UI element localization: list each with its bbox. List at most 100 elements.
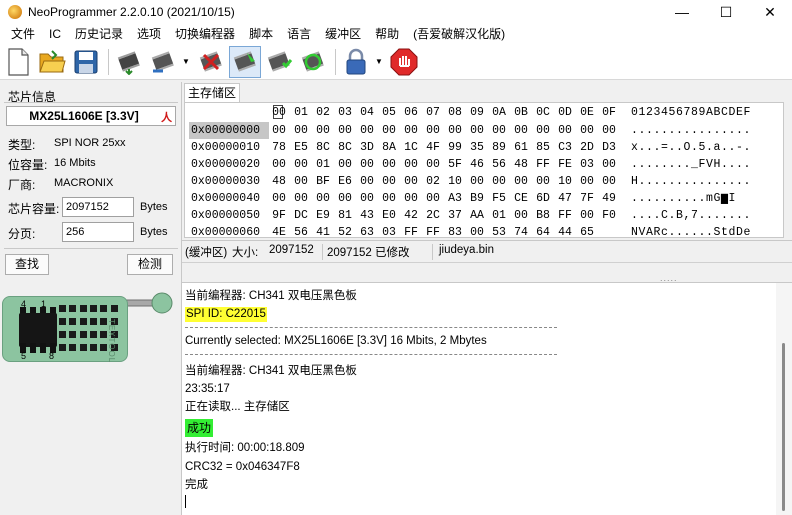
hex-byte[interactable]: 65 [576, 224, 598, 237]
hex-byte[interactable]: 00 [510, 207, 532, 224]
hex-byte[interactable]: 47 [554, 190, 576, 207]
hex-byte[interactable]: 00 [444, 122, 466, 139]
hex-byte[interactable]: 10 [444, 173, 466, 190]
hex-byte[interactable]: B9 [466, 190, 488, 207]
hex-byte[interactable]: 00 [356, 156, 378, 173]
hex-byte[interactable]: 81 [334, 207, 356, 224]
hex-editor[interactable]: 00 01 02 03 04 05 06 07 08 09 0A 0B 0C 0D 0E 0F 01234567… [184, 102, 784, 238]
hex-byte[interactable]: FE [554, 156, 576, 173]
hex-byte[interactable]: 5F [444, 156, 466, 173]
hex-byte[interactable]: 00 [510, 173, 532, 190]
hex-byte[interactable]: 44 [554, 224, 576, 237]
hex-row[interactable]: 0x00000010 78 E5 8C 8C 3D 8A 1C 4F 99 35 89 61 85 C3 2D… [185, 139, 783, 156]
auto-program-button[interactable] [297, 46, 329, 78]
detect-button[interactable]: 检测 [127, 254, 173, 275]
hex-byte[interactable]: 00 [576, 122, 598, 139]
menu-buffer[interactable]: 缓冲区 [318, 24, 368, 44]
hex-byte[interactable]: AA [466, 207, 488, 224]
save-file-button[interactable] [70, 46, 102, 78]
close-button[interactable]: ✕ [748, 0, 792, 24]
hex-byte[interactable]: 01 [488, 207, 510, 224]
hex-byte[interactable]: 00 [334, 122, 356, 139]
menu-history[interactable]: 历史记录 [68, 24, 130, 44]
menu-edition-note[interactable]: (吾爱破解汉化版) [406, 24, 512, 44]
hex-byte[interactable]: 00 [268, 122, 290, 139]
hex-byte[interactable]: 35 [466, 139, 488, 156]
hex-byte[interactable]: 00 [378, 156, 400, 173]
hex-row[interactable]: 0x00000060 4E 56 41 52 63 03 FF FF 83 00 53 74 64 44 65… [185, 224, 783, 237]
hex-byte[interactable]: 10 [554, 173, 576, 190]
hex-row[interactable]: 0x00000000 00 00 00 00 00 00 00 00 00 00 00 00 00 00 00… [185, 122, 783, 139]
hex-byte[interactable]: 00 [510, 122, 532, 139]
hex-byte[interactable]: 00 [290, 173, 312, 190]
hex-byte[interactable]: 61 [510, 139, 532, 156]
hex-byte[interactable]: 00 [598, 173, 620, 190]
hex-byte[interactable]: 56 [488, 156, 510, 173]
hex-byte[interactable]: E6 [334, 173, 356, 190]
chip-size-field[interactable]: 2097152 [62, 197, 134, 217]
hex-byte[interactable]: 00 [378, 122, 400, 139]
hex-byte[interactable]: 74 [510, 224, 532, 237]
protect-dropdown-arrow[interactable]: ▼ [374, 46, 384, 78]
hex-byte[interactable]: 78 [268, 139, 290, 156]
hex-byte[interactable]: A3 [444, 190, 466, 207]
hex-byte[interactable]: 4F [422, 139, 444, 156]
hex-byte[interactable]: 89 [488, 139, 510, 156]
hex-byte[interactable]: 2D [576, 139, 598, 156]
hex-byte[interactable]: BF [312, 173, 334, 190]
hex-byte[interactable]: F0 [598, 207, 620, 224]
hex-byte[interactable]: DC [290, 207, 312, 224]
hex-row[interactable]: 0x00000030 48 00 BF E6 00 00 00 02 10 00 00 00 00 10 00… [185, 173, 783, 190]
hex-byte[interactable]: 00 [466, 122, 488, 139]
search-button[interactable]: 查找 [5, 254, 49, 275]
hex-byte[interactable]: 00 [400, 190, 422, 207]
hex-byte[interactable]: 00 [488, 122, 510, 139]
read-dropdown-arrow[interactable]: ▼ [181, 46, 191, 78]
hex-byte[interactable]: 00 [532, 122, 554, 139]
hex-byte[interactable]: D3 [598, 139, 620, 156]
menu-language[interactable]: 语言 [280, 24, 318, 44]
hex-byte[interactable]: 00 [576, 173, 598, 190]
new-file-button[interactable] [2, 46, 34, 78]
detect-chip-button[interactable] [113, 46, 145, 78]
stop-button[interactable] [388, 46, 420, 78]
menu-ic[interactable]: IC [42, 24, 68, 44]
hex-byte[interactable]: 41 [312, 224, 334, 237]
hex-byte[interactable]: FF [554, 207, 576, 224]
hex-byte[interactable]: 00 [312, 190, 334, 207]
menu-help[interactable]: 帮助 [368, 24, 406, 44]
hex-byte[interactable]: 00 [554, 122, 576, 139]
hex-byte[interactable]: 8C [312, 139, 334, 156]
hex-byte[interactable]: 1C [400, 139, 422, 156]
hex-byte[interactable]: 00 [356, 190, 378, 207]
hex-byte[interactable]: 00 [532, 173, 554, 190]
hex-byte[interactable]: E9 [312, 207, 334, 224]
hex-byte[interactable]: FF [422, 224, 444, 237]
hex-byte[interactable]: FF [532, 156, 554, 173]
hex-byte[interactable]: 00 [576, 207, 598, 224]
hex-byte[interactable]: 37 [444, 207, 466, 224]
hex-row[interactable]: 0x00000040 00 00 00 00 00 00 00 00 A3 B9 F5 CE 6D 47 7F… [185, 190, 783, 207]
hex-row[interactable]: 0x00000020 00 00 01 00 00 00 00 00 5F 46 56 48 FF FE 03… [185, 156, 783, 173]
verify-chip-button[interactable] [263, 46, 295, 78]
hex-byte[interactable]: 52 [334, 224, 356, 237]
hex-byte[interactable]: 42 [400, 207, 422, 224]
scrollbar-thumb[interactable] [782, 343, 785, 511]
hex-byte[interactable]: B8 [532, 207, 554, 224]
hex-byte[interactable]: 00 [378, 173, 400, 190]
hex-byte[interactable]: 83 [444, 224, 466, 237]
hex-byte[interactable]: 00 [334, 156, 356, 173]
hex-byte[interactable]: 64 [532, 224, 554, 237]
hex-byte[interactable]: 00 [290, 122, 312, 139]
hex-byte[interactable]: 8A [378, 139, 400, 156]
hex-byte[interactable]: 43 [356, 207, 378, 224]
pdf-datasheet-icon[interactable]: 人 [161, 109, 172, 127]
hex-byte[interactable]: 46 [466, 156, 488, 173]
hex-byte[interactable]: 99 [444, 139, 466, 156]
hex-byte[interactable]: 00 [268, 190, 290, 207]
protect-button[interactable] [340, 46, 372, 78]
hex-byte[interactable]: FF [400, 224, 422, 237]
hex-byte[interactable]: 02 [422, 173, 444, 190]
hex-byte[interactable]: 00 [422, 122, 444, 139]
maximize-button[interactable]: ☐ [704, 0, 748, 24]
